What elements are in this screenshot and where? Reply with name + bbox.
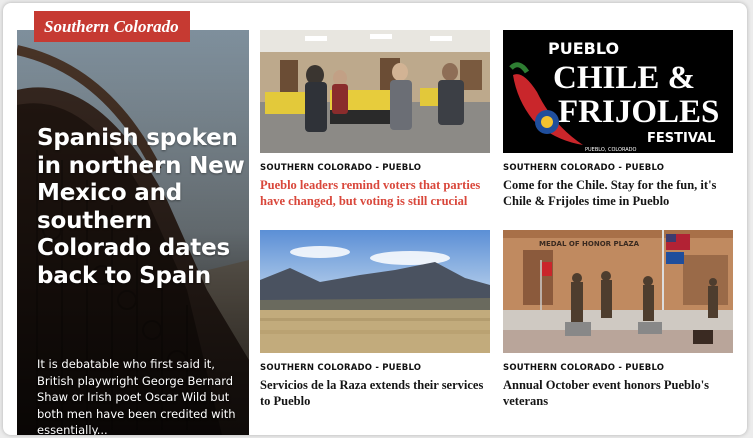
festival-logo-line3: FRIJOLES — [558, 94, 719, 130]
festival-logo-line2: CHILE & — [553, 60, 695, 96]
news-section-frame: Southern Colorado Spanish spoken in nort… — [3, 3, 747, 435]
section-label[interactable]: Southern Colorado — [34, 11, 190, 42]
story-headline[interactable]: Come for the Chile. Stay for the fun, it… — [503, 178, 735, 209]
featured-story[interactable]: Spanish spoken in northern New Mexico an… — [17, 30, 249, 435]
plaza-sign: MEDAL OF HONOR PLAZA — [539, 240, 640, 248]
story-thumbnail[interactable] — [260, 30, 490, 153]
story-headline[interactable]: Annual October event honors Pueblo's vet… — [503, 378, 735, 409]
story-thumbnail[interactable]: MEDAL OF HONOR PLAZA — [503, 230, 733, 353]
story-kicker[interactable]: SOUTHERN COLORADO - PUEBLO — [260, 363, 490, 373]
festival-logo-line4: FESTIVAL — [647, 131, 715, 146]
story-kicker[interactable]: SOUTHERN COLORADO - PUEBLO — [260, 163, 490, 173]
festival-logo-small: PUEBLO, COLORADO — [585, 147, 636, 153]
story-kicker[interactable]: SOUTHERN COLORADO - PUEBLO — [503, 163, 733, 173]
featured-excerpt: It is debatable who first said it, Briti… — [37, 357, 236, 435]
story-headline[interactable]: Servicios de la Raza extends their servi… — [260, 378, 492, 409]
story-kicker[interactable]: SOUTHERN COLORADO - PUEBLO — [503, 363, 733, 373]
story-headline[interactable]: Pueblo leaders remind voters that partie… — [260, 178, 492, 209]
story-thumbnail[interactable]: PUEBLO CHILE & FRIJOLES FESTIVAL PUEBLO,… — [503, 30, 733, 153]
featured-headline[interactable]: Spanish spoken in northern New Mexico an… — [37, 125, 247, 290]
story-thumbnail[interactable] — [260, 230, 490, 353]
festival-logo-line1: PUEBLO — [548, 39, 619, 58]
